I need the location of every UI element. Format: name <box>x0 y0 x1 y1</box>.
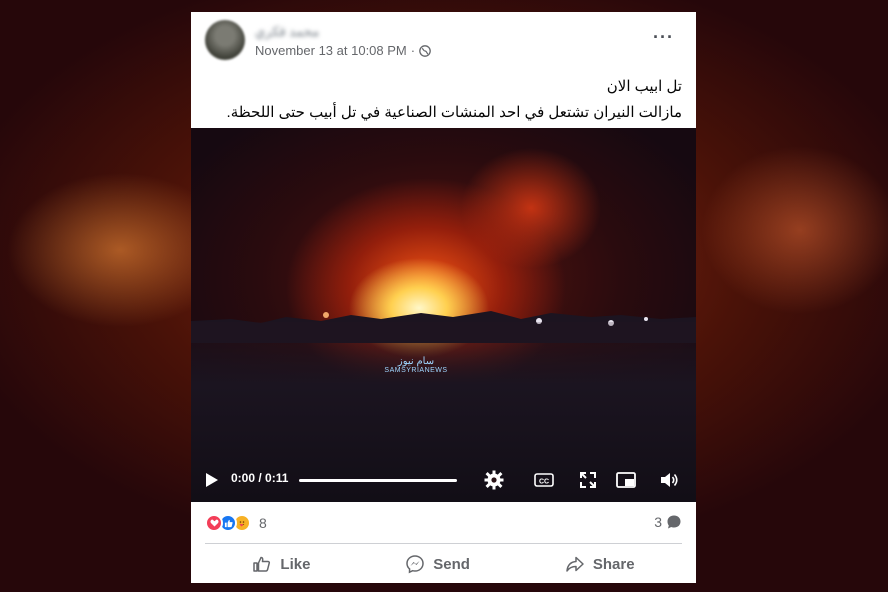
thumbs-up-icon <box>253 556 271 572</box>
reaction-summary[interactable]: 8 <box>205 514 267 532</box>
caption-line-1: تل ابيب الان <box>606 78 682 95</box>
facebook-post-card: محمد فكري November 13 at 10:08 PM · ··· … <box>191 12 696 583</box>
send-label: Send <box>433 555 470 573</box>
video-progress-bar[interactable] <box>299 479 457 482</box>
like-button[interactable]: Like <box>252 554 310 574</box>
channel-watermark: سام نيوز SAMSYRIANEWS <box>376 356 456 374</box>
more-options-icon[interactable]: ··· <box>653 28 674 46</box>
send-button[interactable]: Send <box>405 554 470 574</box>
actions-divider <box>205 543 682 544</box>
pip-icon[interactable] <box>615 469 637 491</box>
fullscreen-icon[interactable] <box>577 469 599 491</box>
post-timestamp[interactable]: November 13 at 10:08 PM <box>255 43 407 58</box>
watermark-arabic: سام نيوز <box>397 356 435 367</box>
volume-icon[interactable] <box>658 469 680 491</box>
settings-icon[interactable] <box>483 469 505 491</box>
post-actions-bar: Like Send Share <box>205 548 682 580</box>
video-player[interactable]: سام نيوز SAMSYRIANEWS 0:00 / 0:11 CC <box>191 128 696 502</box>
author-name[interactable]: محمد فكري <box>255 24 319 40</box>
post-caption: تل ابيب الان مازالت النيران تشتعل في احد… <box>205 74 682 126</box>
share-label: Share <box>592 555 635 573</box>
reaction-count: 8 <box>259 515 267 531</box>
share-button[interactable]: Share <box>565 554 635 574</box>
comment-count: 3 <box>654 514 662 530</box>
caption-line-2: مازالت النيران تشتعل في احد المنشات الصن… <box>226 104 682 121</box>
play-icon[interactable] <box>205 472 219 488</box>
post-meta: November 13 at 10:08 PM · <box>255 43 431 58</box>
comment-summary[interactable]: 3 <box>654 514 682 530</box>
post-header: محمد فكري November 13 at 10:08 PM · ··· <box>191 12 696 72</box>
video-controls: 0:00 / 0:11 CC <box>191 458 696 502</box>
share-arrow-icon <box>566 556 584 572</box>
video-time: 0:00 / 0:11 <box>231 471 289 485</box>
like-label: Like <box>280 555 311 573</box>
love-reaction-icon <box>205 514 223 532</box>
meta-separator: · <box>410 43 416 58</box>
comment-bubble-icon <box>667 515 681 529</box>
messenger-icon <box>406 555 425 574</box>
watermark-english: SAMSYRIANEWS <box>384 367 448 374</box>
globe-icon[interactable] <box>419 44 431 57</box>
svg-text:CC: CC <box>539 479 549 486</box>
captions-icon[interactable]: CC <box>533 469 555 491</box>
author-avatar[interactable] <box>205 20 245 60</box>
